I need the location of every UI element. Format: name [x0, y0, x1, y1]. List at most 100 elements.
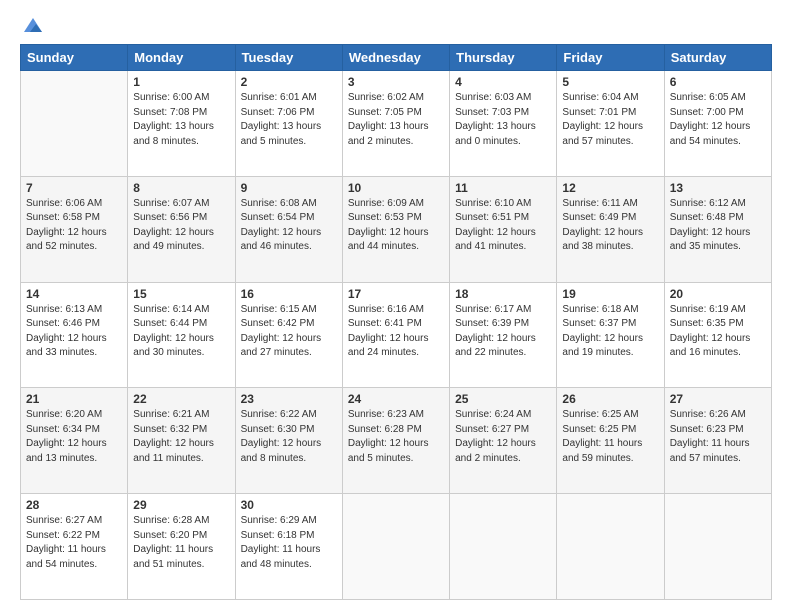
day-number: 18 — [455, 287, 551, 301]
calendar-day-cell: 13 Sunrise: 6:12 AM Sunset: 6:48 PM Dayl… — [664, 176, 771, 282]
calendar-col-header: Thursday — [450, 45, 557, 71]
calendar-day-cell — [21, 71, 128, 177]
calendar-day-cell: 1 Sunrise: 6:00 AM Sunset: 7:08 PM Dayli… — [128, 71, 235, 177]
calendar-day-cell: 6 Sunrise: 6:05 AM Sunset: 7:00 PM Dayli… — [664, 71, 771, 177]
day-number: 24 — [348, 392, 444, 406]
calendar-day-cell: 16 Sunrise: 6:15 AM Sunset: 6:42 PM Dayl… — [235, 282, 342, 388]
calendar-day-cell: 23 Sunrise: 6:22 AM Sunset: 6:30 PM Dayl… — [235, 388, 342, 494]
day-number: 5 — [562, 75, 658, 89]
logo — [20, 18, 44, 34]
calendar-day-cell — [557, 494, 664, 600]
day-detail: Sunrise: 6:03 AM Sunset: 7:03 PM Dayligh… — [455, 91, 551, 149]
day-detail: Sunrise: 6:20 AM Sunset: 6:34 PM Dayligh… — [26, 408, 122, 466]
day-number: 4 — [455, 75, 551, 89]
calendar-day-cell: 24 Sunrise: 6:23 AM Sunset: 6:28 PM Dayl… — [342, 388, 449, 494]
day-detail: Sunrise: 6:15 AM Sunset: 6:42 PM Dayligh… — [241, 303, 337, 361]
day-number: 12 — [562, 181, 658, 195]
day-detail: Sunrise: 6:10 AM Sunset: 6:51 PM Dayligh… — [455, 197, 551, 255]
day-number: 2 — [241, 75, 337, 89]
day-detail: Sunrise: 6:25 AM Sunset: 6:25 PM Dayligh… — [562, 408, 658, 466]
day-number: 11 — [455, 181, 551, 195]
day-number: 22 — [133, 392, 229, 406]
day-detail: Sunrise: 6:18 AM Sunset: 6:37 PM Dayligh… — [562, 303, 658, 361]
day-number: 8 — [133, 181, 229, 195]
calendar-week-row: 21 Sunrise: 6:20 AM Sunset: 6:34 PM Dayl… — [21, 388, 772, 494]
calendar-day-cell — [342, 494, 449, 600]
calendar-day-cell: 10 Sunrise: 6:09 AM Sunset: 6:53 PM Dayl… — [342, 176, 449, 282]
day-detail: Sunrise: 6:08 AM Sunset: 6:54 PM Dayligh… — [241, 197, 337, 255]
day-detail: Sunrise: 6:23 AM Sunset: 6:28 PM Dayligh… — [348, 408, 444, 466]
day-detail: Sunrise: 6:29 AM Sunset: 6:18 PM Dayligh… — [241, 514, 337, 572]
calendar-col-header: Tuesday — [235, 45, 342, 71]
calendar-col-header: Wednesday — [342, 45, 449, 71]
day-detail: Sunrise: 6:26 AM Sunset: 6:23 PM Dayligh… — [670, 408, 766, 466]
calendar-day-cell: 2 Sunrise: 6:01 AM Sunset: 7:06 PM Dayli… — [235, 71, 342, 177]
calendar-week-row: 7 Sunrise: 6:06 AM Sunset: 6:58 PM Dayli… — [21, 176, 772, 282]
calendar-week-row: 28 Sunrise: 6:27 AM Sunset: 6:22 PM Dayl… — [21, 494, 772, 600]
day-detail: Sunrise: 6:02 AM Sunset: 7:05 PM Dayligh… — [348, 91, 444, 149]
day-detail: Sunrise: 6:01 AM Sunset: 7:06 PM Dayligh… — [241, 91, 337, 149]
logo-icon — [22, 16, 44, 34]
calendar-day-cell: 30 Sunrise: 6:29 AM Sunset: 6:18 PM Dayl… — [235, 494, 342, 600]
calendar-day-cell — [450, 494, 557, 600]
calendar-day-cell: 22 Sunrise: 6:21 AM Sunset: 6:32 PM Dayl… — [128, 388, 235, 494]
day-number: 9 — [241, 181, 337, 195]
day-number: 7 — [26, 181, 122, 195]
day-detail: Sunrise: 6:28 AM Sunset: 6:20 PM Dayligh… — [133, 514, 229, 572]
day-detail: Sunrise: 6:07 AM Sunset: 6:56 PM Dayligh… — [133, 197, 229, 255]
calendar-day-cell: 19 Sunrise: 6:18 AM Sunset: 6:37 PM Dayl… — [557, 282, 664, 388]
day-number: 28 — [26, 498, 122, 512]
day-detail: Sunrise: 6:24 AM Sunset: 6:27 PM Dayligh… — [455, 408, 551, 466]
day-detail: Sunrise: 6:05 AM Sunset: 7:00 PM Dayligh… — [670, 91, 766, 149]
page: SundayMondayTuesdayWednesdayThursdayFrid… — [0, 0, 792, 612]
day-number: 29 — [133, 498, 229, 512]
day-number: 16 — [241, 287, 337, 301]
day-number: 17 — [348, 287, 444, 301]
day-number: 14 — [26, 287, 122, 301]
day-number: 25 — [455, 392, 551, 406]
calendar-col-header: Saturday — [664, 45, 771, 71]
day-detail: Sunrise: 6:11 AM Sunset: 6:49 PM Dayligh… — [562, 197, 658, 255]
calendar-day-cell: 8 Sunrise: 6:07 AM Sunset: 6:56 PM Dayli… — [128, 176, 235, 282]
day-number: 20 — [670, 287, 766, 301]
day-detail: Sunrise: 6:21 AM Sunset: 6:32 PM Dayligh… — [133, 408, 229, 466]
calendar-day-cell: 7 Sunrise: 6:06 AM Sunset: 6:58 PM Dayli… — [21, 176, 128, 282]
calendar-day-cell: 4 Sunrise: 6:03 AM Sunset: 7:03 PM Dayli… — [450, 71, 557, 177]
calendar-day-cell: 26 Sunrise: 6:25 AM Sunset: 6:25 PM Dayl… — [557, 388, 664, 494]
day-number: 23 — [241, 392, 337, 406]
header — [20, 18, 772, 34]
calendar-day-cell: 5 Sunrise: 6:04 AM Sunset: 7:01 PM Dayli… — [557, 71, 664, 177]
day-detail: Sunrise: 6:13 AM Sunset: 6:46 PM Dayligh… — [26, 303, 122, 361]
calendar-week-row: 14 Sunrise: 6:13 AM Sunset: 6:46 PM Dayl… — [21, 282, 772, 388]
calendar-day-cell: 9 Sunrise: 6:08 AM Sunset: 6:54 PM Dayli… — [235, 176, 342, 282]
day-detail: Sunrise: 6:09 AM Sunset: 6:53 PM Dayligh… — [348, 197, 444, 255]
day-detail: Sunrise: 6:27 AM Sunset: 6:22 PM Dayligh… — [26, 514, 122, 572]
calendar-day-cell: 17 Sunrise: 6:16 AM Sunset: 6:41 PM Dayl… — [342, 282, 449, 388]
day-detail: Sunrise: 6:16 AM Sunset: 6:41 PM Dayligh… — [348, 303, 444, 361]
calendar-day-cell: 12 Sunrise: 6:11 AM Sunset: 6:49 PM Dayl… — [557, 176, 664, 282]
calendar-day-cell: 21 Sunrise: 6:20 AM Sunset: 6:34 PM Dayl… — [21, 388, 128, 494]
day-number: 19 — [562, 287, 658, 301]
day-detail: Sunrise: 6:04 AM Sunset: 7:01 PM Dayligh… — [562, 91, 658, 149]
calendar-day-cell: 14 Sunrise: 6:13 AM Sunset: 6:46 PM Dayl… — [21, 282, 128, 388]
day-detail: Sunrise: 6:17 AM Sunset: 6:39 PM Dayligh… — [455, 303, 551, 361]
calendar-day-cell: 15 Sunrise: 6:14 AM Sunset: 6:44 PM Dayl… — [128, 282, 235, 388]
calendar-week-row: 1 Sunrise: 6:00 AM Sunset: 7:08 PM Dayli… — [21, 71, 772, 177]
calendar-col-header: Sunday — [21, 45, 128, 71]
calendar-day-cell: 18 Sunrise: 6:17 AM Sunset: 6:39 PM Dayl… — [450, 282, 557, 388]
calendar-day-cell: 25 Sunrise: 6:24 AM Sunset: 6:27 PM Dayl… — [450, 388, 557, 494]
calendar-table: SundayMondayTuesdayWednesdayThursdayFrid… — [20, 44, 772, 600]
calendar-day-cell: 3 Sunrise: 6:02 AM Sunset: 7:05 PM Dayli… — [342, 71, 449, 177]
calendar-day-cell — [664, 494, 771, 600]
day-number: 13 — [670, 181, 766, 195]
day-number: 21 — [26, 392, 122, 406]
calendar-day-cell: 28 Sunrise: 6:27 AM Sunset: 6:22 PM Dayl… — [21, 494, 128, 600]
calendar-day-cell: 11 Sunrise: 6:10 AM Sunset: 6:51 PM Dayl… — [450, 176, 557, 282]
day-number: 6 — [670, 75, 766, 89]
calendar-day-cell: 29 Sunrise: 6:28 AM Sunset: 6:20 PM Dayl… — [128, 494, 235, 600]
day-detail: Sunrise: 6:19 AM Sunset: 6:35 PM Dayligh… — [670, 303, 766, 361]
day-number: 30 — [241, 498, 337, 512]
day-number: 3 — [348, 75, 444, 89]
day-number: 27 — [670, 392, 766, 406]
day-detail: Sunrise: 6:14 AM Sunset: 6:44 PM Dayligh… — [133, 303, 229, 361]
